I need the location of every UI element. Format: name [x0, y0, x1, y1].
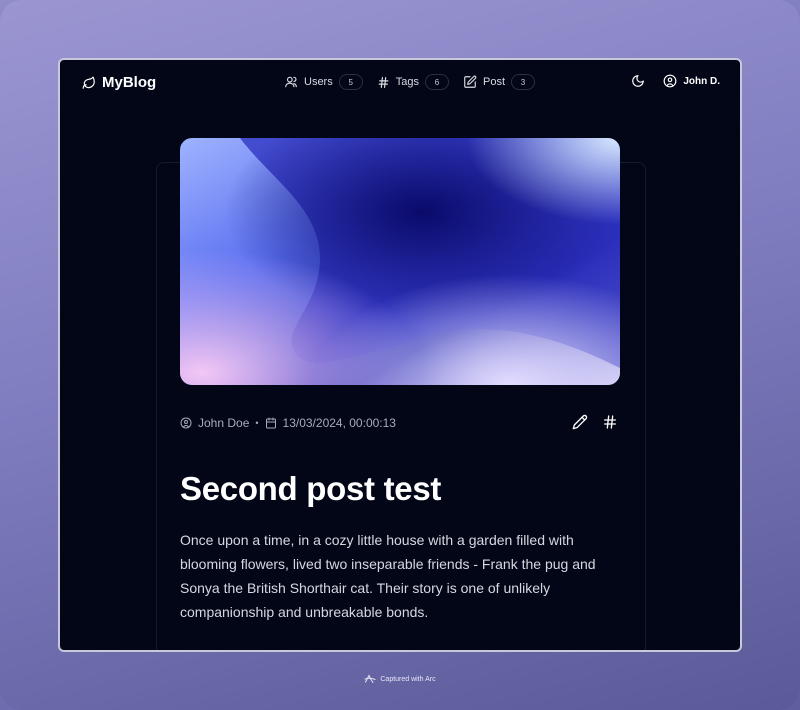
hash-icon[interactable]: [602, 414, 618, 430]
nav-right: John D.: [631, 74, 720, 88]
post-cover-image: [180, 138, 620, 385]
post-meta: John Doe • 13/03/2024, 00:00:13: [180, 416, 396, 430]
count-badge: 3: [511, 74, 535, 90]
edit-icon: [463, 75, 477, 89]
hash-icon: [377, 76, 390, 89]
post-date: 13/03/2024, 00:00:13: [282, 416, 396, 430]
arc-logo-icon: [364, 674, 376, 684]
nav-item-users[interactable]: Users 5: [284, 74, 363, 90]
leaf-icon: [82, 76, 96, 90]
calendar-icon: [265, 417, 277, 429]
users-icon: [284, 75, 298, 89]
top-navbar: MyBlog Users 5 Tags 6 Post 3 John D.: [60, 60, 740, 108]
post-title: Second post test: [180, 470, 442, 507]
moon-icon[interactable]: [631, 74, 645, 88]
count-badge: 6: [424, 74, 449, 90]
user-circle-icon: [180, 417, 192, 429]
capture-credit: Captured with Arc: [0, 674, 800, 684]
nav-links: Users 5 Tags 6 Post 3: [284, 74, 535, 90]
nav-item-tags[interactable]: Tags 6: [377, 74, 449, 90]
count-badge: 5: [338, 74, 363, 90]
nav-item-label: Post: [482, 76, 505, 88]
post-actions: [572, 414, 618, 430]
brand-name: MyBlog: [102, 74, 157, 91]
meta-separator: •: [255, 418, 259, 428]
screenshot-frame: MyBlog Users 5 Tags 6 Post 3 John D. Joh…: [0, 0, 800, 710]
nav-item-label: Tags: [395, 76, 419, 88]
capture-text: Captured with Arc: [380, 675, 436, 683]
post-body: Once upon a time, in a cozy little house…: [180, 532, 596, 620]
user-menu[interactable]: John D.: [663, 74, 720, 88]
nav-item-label: Users: [304, 76, 333, 88]
user-name: John D.: [683, 75, 720, 87]
browser-window: MyBlog Users 5 Tags 6 Post 3 John D. Joh…: [58, 58, 742, 652]
brand-link[interactable]: MyBlog: [82, 74, 156, 91]
nav-item-post[interactable]: Post 3: [463, 74, 535, 90]
post-author[interactable]: John Doe: [198, 416, 249, 430]
pencil-icon[interactable]: [572, 414, 588, 430]
user-circle-icon: [663, 74, 677, 88]
